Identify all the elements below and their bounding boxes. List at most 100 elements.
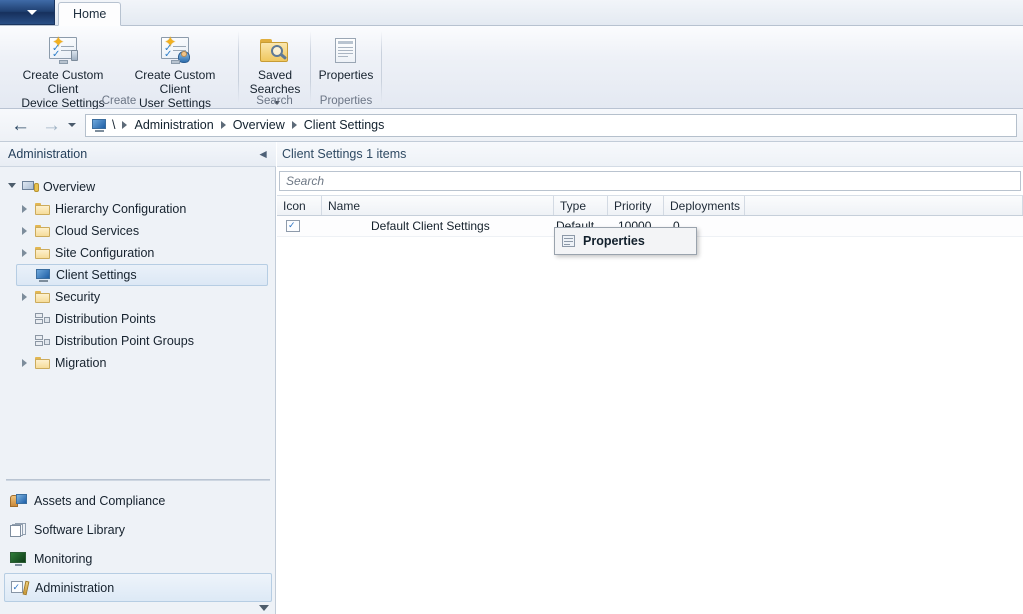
breadcrumb-item-overview[interactable]: Overview [228, 118, 290, 132]
scroll-down-arrow-icon[interactable] [259, 605, 269, 611]
history-dropdown-button[interactable] [64, 114, 80, 136]
content-header-title: Client Settings 1 items [282, 147, 407, 161]
tree-expander-closed-icon[interactable] [16, 220, 32, 242]
tree-item-migration[interactable]: Migration [16, 352, 268, 374]
workspace-monitoring[interactable]: Monitoring [4, 544, 272, 573]
ribbon-group-properties: Properties Properties [311, 26, 381, 109]
breadcrumb-separator-icon [291, 121, 297, 129]
tree-item-label: Distribution Point Groups [55, 334, 194, 348]
ribbon-tab-strip: Home [0, 0, 1023, 26]
application-menu-button[interactable] [0, 0, 55, 25]
monitoring-icon [4, 551, 32, 566]
tab-home[interactable]: Home [58, 2, 122, 26]
search-row: Search [277, 168, 1023, 193]
folder-icon [32, 286, 52, 308]
search-input[interactable]: Search [279, 171, 1021, 191]
context-menu: Properties [554, 227, 697, 255]
workspace-label: Administration [35, 580, 115, 595]
workspace-label: Software Library [34, 522, 126, 537]
collapse-left-chevron-icon[interactable]: ◄ [257, 148, 269, 160]
column-header-label: Priority [614, 198, 652, 213]
ribbon-separator-3 [381, 31, 382, 103]
saved-searches-label-line1: Saved [257, 68, 293, 82]
tree-item-label: Hierarchy Configuration [55, 202, 187, 216]
tree-expander-closed-icon[interactable] [16, 352, 32, 374]
workspace-divider [6, 479, 270, 481]
distribution-point-icon [32, 308, 52, 330]
folder-icon [32, 352, 52, 374]
ribbon-group-search-label: Search [256, 95, 293, 107]
tree-item-label: Security [55, 290, 101, 304]
administration-icon: ✓ [5, 580, 33, 595]
tree-item-client-settings[interactable]: Client Settings [16, 264, 268, 286]
tree-expander-placeholder [16, 330, 32, 352]
breadcrumb-item-client-settings[interactable]: Client Settings [299, 118, 390, 132]
saved-searches-icon [259, 29, 291, 65]
tree-expander-closed-icon[interactable] [16, 198, 32, 220]
tree-item-label: Overview [43, 180, 96, 194]
ribbon-group-create-label: Create [101, 95, 137, 107]
folder-icon [32, 198, 52, 220]
back-button[interactable]: ← [8, 113, 33, 138]
column-header-filler [745, 196, 1023, 215]
workspace-assets-and-compliance[interactable]: Assets and Compliance [4, 486, 272, 515]
history-caret-icon [68, 123, 76, 127]
tree-item-cloud-services[interactable]: Cloud Services [16, 220, 268, 242]
column-header-priority[interactable]: Priority [608, 196, 664, 215]
column-header-name[interactable]: Name [322, 196, 554, 215]
back-arrow-icon: ← [11, 114, 30, 136]
app-menu-caret-icon [27, 9, 37, 15]
properties-button[interactable]: Properties [317, 29, 375, 82]
tab-home-label: Home [73, 7, 107, 21]
console-monitor-icon [92, 118, 107, 132]
workspace-administration[interactable]: ✓ Administration [4, 573, 272, 602]
tree-item-site-configuration[interactable]: Site Configuration [16, 242, 268, 264]
breadcrumb-item-administration[interactable]: Administration [129, 118, 218, 132]
column-header-type[interactable]: Type [554, 196, 608, 215]
distribution-point-group-icon [32, 330, 52, 352]
breadcrumb-separator-icon [122, 121, 128, 129]
address-bar: ← → \ Administration Overview Client Set… [0, 109, 1023, 142]
folder-icon [32, 220, 52, 242]
tree-item-label: Migration [55, 356, 107, 370]
assets-compliance-icon [4, 493, 32, 508]
tree-item-security[interactable]: Security [16, 286, 268, 308]
column-header-icon[interactable]: Icon [277, 196, 322, 215]
navigation-pane: Administration ◄ Overview Hierarchy Conf… [0, 142, 276, 614]
column-header-deployments[interactable]: Deployments [664, 196, 745, 215]
content-pane: Client Settings 1 items Search Icon Name… [277, 142, 1023, 614]
client-settings-row-icon: ✓ [286, 219, 301, 233]
tree-item-distribution-points[interactable]: Distribution Points [16, 308, 268, 330]
tree-item-distribution-point-groups[interactable]: Distribution Point Groups [16, 330, 268, 352]
tree-item-label: Cloud Services [55, 224, 140, 238]
breadcrumb[interactable]: \ Administration Overview Client Setting… [85, 113, 1017, 137]
workspace-label: Assets and Compliance [34, 493, 166, 508]
overview-icon [20, 176, 40, 198]
create-device-settings-label-line1: Create Custom Client [22, 68, 104, 96]
row-filler-cell [745, 216, 1023, 236]
navigation-pane-header: Administration ◄ [0, 142, 276, 167]
software-library-icon [4, 522, 32, 537]
forward-button[interactable]: → [39, 113, 64, 138]
tree-expander-placeholder [16, 308, 32, 330]
tree-item-overview[interactable]: Overview [4, 176, 268, 198]
tree-expander-closed-icon[interactable] [16, 286, 32, 308]
tree-expander-closed-icon[interactable] [16, 242, 32, 264]
search-placeholder: Search [286, 174, 325, 188]
column-header-label: Deployments [670, 198, 741, 213]
workspace-list: Assets and Compliance Software Library M… [0, 486, 276, 602]
application-window: Home ✦ ✓ ✓ Create Custom Client Device S… [0, 0, 1023, 614]
properties-document-icon [333, 29, 359, 65]
tree-item-hierarchy-configuration[interactable]: Hierarchy Configuration [16, 198, 268, 220]
workspace-label: Monitoring [34, 551, 93, 566]
workspace-software-library[interactable]: Software Library [4, 515, 272, 544]
breadcrumb-item-root[interactable]: \ [107, 118, 120, 132]
saved-searches-label-line2: Searches [249, 82, 301, 96]
create-user-settings-label-line1: Create Custom Client [134, 68, 216, 96]
tree-item-label: Distribution Points [55, 312, 156, 326]
context-menu-item-properties[interactable]: Properties [555, 228, 696, 254]
tree-expander-open-icon[interactable] [4, 176, 20, 198]
tree-item-label: Client Settings [56, 268, 137, 282]
row-name-cell: Default Client Settings [371, 219, 490, 233]
row-icon-cell: ✓ [277, 216, 322, 236]
